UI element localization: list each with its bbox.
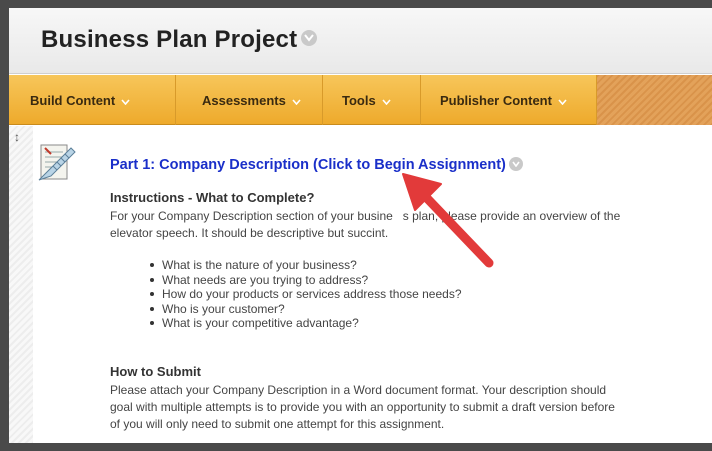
title-options-chevron-icon[interactable] <box>301 29 318 46</box>
toolbar-divider <box>322 75 323 125</box>
instructions-heading: Instructions - What to Complete? <box>110 190 315 205</box>
submit-text-line3: of you will only need to submit one atte… <box>110 417 445 431</box>
red-arrow-annotation-icon <box>402 173 494 268</box>
assessments-label: Assessments <box>202 92 286 108</box>
list-item: How do your products or services address… <box>150 287 462 302</box>
toolbar-divider <box>175 75 176 125</box>
tools-label: Tools <box>342 92 376 108</box>
build-content-menu[interactable]: Build Content <box>30 75 130 125</box>
toolbar-filler <box>597 75 712 125</box>
item-options-chevron-icon[interactable] <box>508 157 523 172</box>
page-title-text: Business Plan Project <box>41 26 298 53</box>
chevron-down-icon <box>382 93 391 108</box>
assessments-menu[interactable]: Assessments <box>202 75 301 125</box>
list-item: What is your competitive advantage? <box>150 316 462 331</box>
publisher-content-menu[interactable]: Publisher Content <box>440 75 567 125</box>
page-header: Business Plan Project <box>9 8 712 74</box>
submit-heading: How to Submit <box>110 364 201 379</box>
drag-handle-icon[interactable]: ↕ <box>14 130 20 144</box>
build-content-label: Build Content <box>30 92 116 108</box>
assignment-icon <box>38 144 76 181</box>
action-toolbar: Build Content Assessments Tools Publishe… <box>9 75 712 125</box>
page-title: Business Plan Project <box>41 26 318 54</box>
chevron-down-icon <box>558 93 567 108</box>
tools-menu[interactable]: Tools <box>342 75 391 125</box>
window-frame: Business Plan Project Build Content Asse… <box>0 0 712 451</box>
publisher-content-label: Publisher Content <box>440 92 552 108</box>
toolbar-divider <box>420 75 421 125</box>
content-area: ↕ Part 1: Company Description (Click to … <box>9 126 712 443</box>
submit-text-line1: Please attach your Company Description i… <box>110 383 607 397</box>
reorder-gutter: ↕ <box>9 126 33 443</box>
chevron-down-icon <box>121 93 130 108</box>
submit-text-line2: goal with multiple attempts is to provid… <box>110 400 615 414</box>
chevron-down-icon <box>292 93 301 108</box>
list-item: Who is your customer? <box>150 302 462 317</box>
